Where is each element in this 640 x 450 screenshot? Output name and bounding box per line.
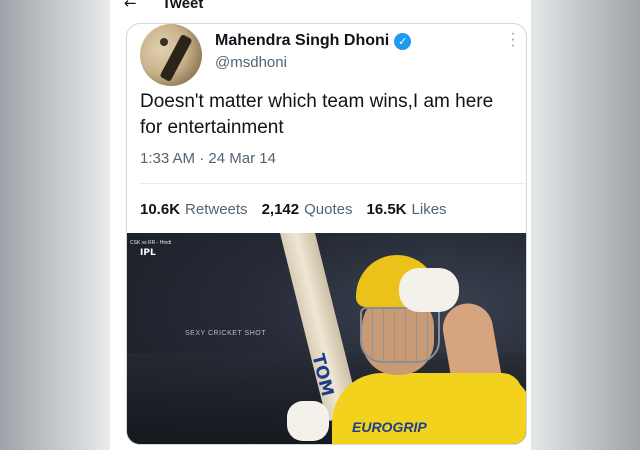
media-overlay-caption: CSK vs RR - Hindi bbox=[130, 240, 172, 246]
tweet-date: 24 Mar 14 bbox=[208, 150, 276, 167]
tweet-timestamp[interactable]: 1:33 AM · 24 Mar 14 bbox=[140, 150, 276, 167]
jersey-sponsor: EUROGRIP bbox=[352, 419, 427, 435]
timestamp-separator: · bbox=[199, 150, 205, 167]
divider bbox=[140, 183, 526, 184]
back-arrow-icon[interactable]: ← bbox=[124, 0, 144, 12]
quotes-count: 2,142 bbox=[261, 201, 300, 218]
media-watermark: SEXY CRICKET SHOT bbox=[185, 330, 266, 337]
author-name[interactable]: Mahendra Singh Dhoni bbox=[215, 32, 389, 50]
likes-stat[interactable]: 16.5K Likes bbox=[366, 201, 446, 218]
retweets-stat[interactable]: 10.6K Retweets bbox=[140, 201, 248, 218]
author-handle[interactable]: @msdhoni bbox=[215, 54, 287, 71]
retweets-count: 10.6K bbox=[140, 201, 181, 218]
avatar-ball bbox=[160, 38, 168, 46]
engagement-stats: 10.6K Retweets 2,142 Quotes 16.5K Likes bbox=[140, 201, 461, 218]
avatar[interactable] bbox=[140, 24, 202, 86]
tweet-text: Doesn't matter which team wins,I am here… bbox=[140, 91, 494, 138]
player-bottom-glove bbox=[287, 401, 329, 441]
more-vertical-icon[interactable]: · · · bbox=[510, 26, 516, 54]
tweet-card[interactable]: Mahendra Singh Dhoni ✓ @msdhoni · · · Does… bbox=[126, 23, 527, 445]
tweet-time: 1:33 AM bbox=[140, 150, 196, 167]
author-name-row: Mahendra Singh Dhoni ✓ bbox=[215, 32, 412, 50]
likes-count: 16.5K bbox=[366, 201, 407, 218]
player-sleeve bbox=[437, 373, 522, 443]
quotes-stat[interactable]: 2,142 Quotes bbox=[262, 201, 353, 218]
retweets-label: Retweets bbox=[185, 201, 248, 218]
likes-label: Likes bbox=[411, 201, 447, 218]
quotes-label: Quotes bbox=[304, 201, 353, 218]
player-glove bbox=[399, 268, 459, 312]
tweet-media-image[interactable]: CSK vs RR - Hindi IPL SEXY CRICKET SHOT … bbox=[127, 233, 526, 444]
verified-badge-icon: ✓ bbox=[394, 32, 412, 50]
tweet-page: ← Tweet Mahendra Singh Dhoni ✓ @msdhoni … bbox=[110, 0, 531, 450]
ipl-logo: IPL bbox=[140, 248, 156, 258]
top-bar: ← Tweet bbox=[124, 0, 203, 13]
helmet-grill bbox=[360, 307, 440, 363]
page-title: Tweet bbox=[162, 0, 204, 12]
